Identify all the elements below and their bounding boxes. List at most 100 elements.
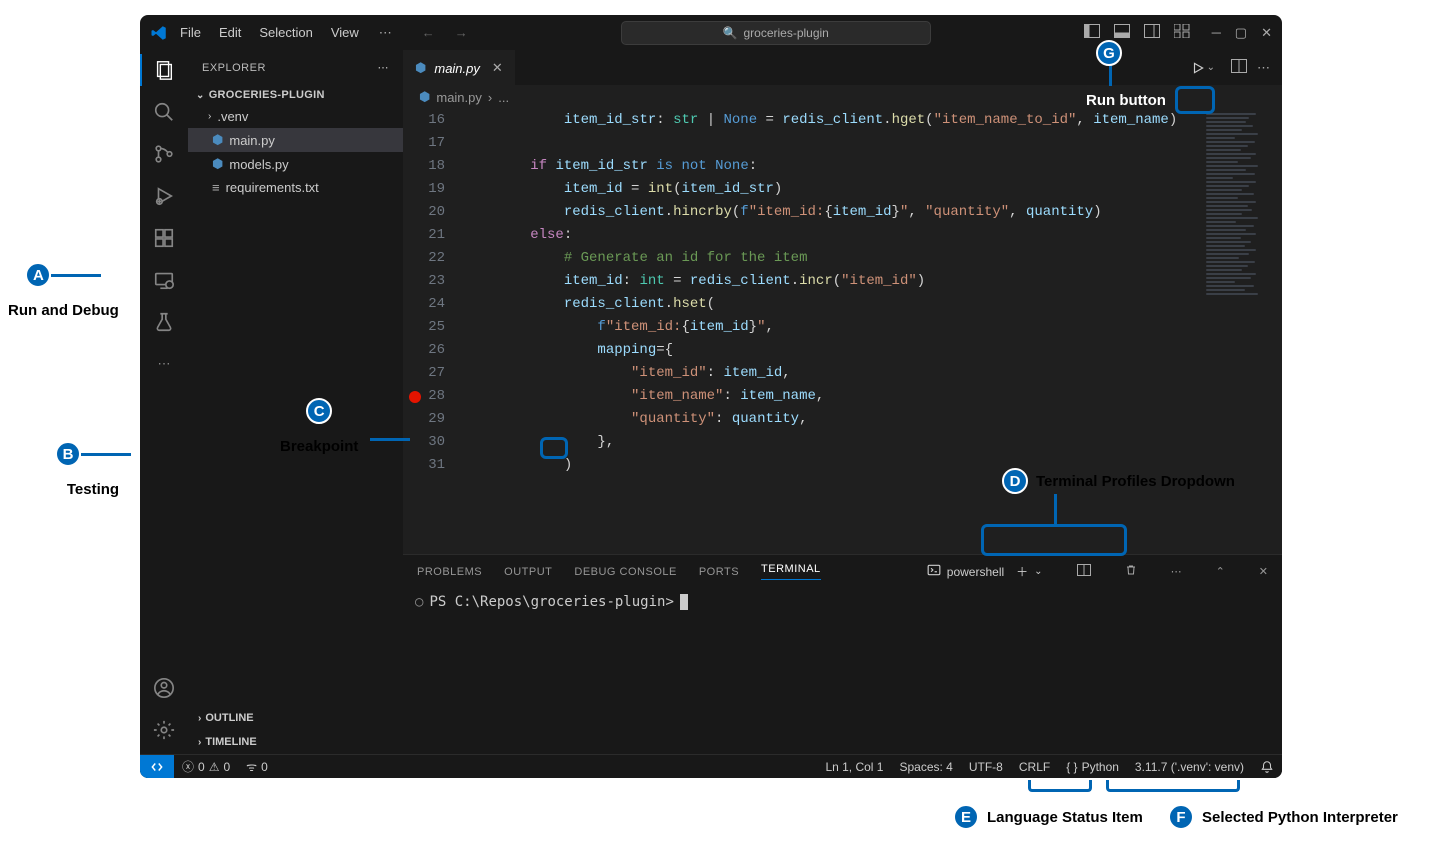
status-encoding[interactable]: UTF-8: [961, 760, 1011, 774]
explorer-more-icon[interactable]: ⋯: [378, 61, 390, 74]
panel-tab-terminal[interactable]: TERMINAL: [761, 563, 821, 580]
nav-forward-icon[interactable]: →: [455, 25, 468, 40]
activity-remote-icon[interactable]: [152, 268, 176, 292]
line-number[interactable]: 24: [403, 293, 445, 316]
status-eol[interactable]: CRLF: [1011, 760, 1058, 774]
line-number[interactable]: 28: [403, 385, 445, 408]
line-number[interactable]: 31: [403, 454, 445, 477]
breakpoint-icon[interactable]: [409, 391, 421, 403]
line-number[interactable]: 16: [403, 109, 445, 132]
tree-item[interactable]: ⬢models.py: [188, 152, 403, 176]
status-indentation[interactable]: Spaces: 4: [891, 760, 960, 774]
split-terminal-icon[interactable]: [1077, 564, 1091, 579]
panel-more-icon[interactable]: ⋯: [1171, 565, 1182, 578]
timeline-section[interactable]: ›TIMELINE: [188, 730, 403, 754]
customize-layout-icon[interactable]: [1174, 24, 1190, 41]
terminal-content[interactable]: ○ PS C:\Repos\groceries-plugin>: [403, 588, 1282, 754]
tab-close-icon[interactable]: ✕: [492, 60, 503, 76]
workspace-root[interactable]: ⌄ GROCERIES-PLUGIN: [188, 85, 403, 105]
line-number[interactable]: 29: [403, 408, 445, 431]
code-line[interactable]: item_id_str: str | None = redis_client.h…: [463, 109, 1202, 132]
line-number[interactable]: 19: [403, 178, 445, 201]
remote-indicator[interactable]: [140, 755, 174, 779]
window-restore-icon[interactable]: ▢: [1235, 25, 1247, 41]
chevron-down-icon[interactable]: ⌄: [1034, 566, 1042, 577]
line-number[interactable]: 20: [403, 201, 445, 224]
outline-section[interactable]: ›OUTLINE: [188, 706, 403, 730]
activity-search-icon[interactable]: [152, 100, 176, 124]
code-line[interactable]: mapping={: [463, 339, 1202, 362]
editor-tab[interactable]: ⬢ main.py ✕: [403, 50, 515, 85]
status-cursor-position[interactable]: Ln 1, Col 1: [817, 760, 891, 774]
panel-maximize-icon[interactable]: ⌃: [1216, 565, 1225, 578]
activity-run-debug-icon[interactable]: [152, 184, 176, 208]
tree-item[interactable]: ›.venv: [188, 105, 403, 128]
menu-file[interactable]: File: [180, 25, 201, 40]
line-number[interactable]: 27: [403, 362, 445, 385]
menu-view[interactable]: View: [331, 25, 359, 40]
code-line[interactable]: [463, 132, 1202, 155]
activity-account-icon[interactable]: [152, 676, 176, 700]
panel-tab-debug[interactable]: DEBUG CONSOLE: [574, 566, 676, 578]
activity-more-icon[interactable]: ⋯: [152, 352, 176, 376]
status-language[interactable]: { }Python: [1058, 760, 1127, 774]
code-line[interactable]: "item_id": item_id,: [463, 362, 1202, 385]
code-line[interactable]: "item_name": item_name,: [463, 385, 1202, 408]
code-line[interactable]: "quantity": quantity,: [463, 408, 1202, 431]
editor-actions: ⌄ ⋯: [1185, 57, 1282, 79]
menu-selection[interactable]: Selection: [259, 25, 312, 40]
code-line[interactable]: item_id: int = redis_client.incr("item_i…: [463, 270, 1202, 293]
line-number[interactable]: 30: [403, 431, 445, 454]
line-number[interactable]: 23: [403, 270, 445, 293]
code-line[interactable]: item_id = int(item_id_str): [463, 178, 1202, 201]
status-interpreter[interactable]: 3.11.7 ('.venv': venv): [1127, 760, 1252, 774]
window-close-icon[interactable]: ✕: [1261, 25, 1272, 41]
status-problems[interactable]: ⓧ0 ⚠0: [174, 758, 238, 775]
new-terminal-icon[interactable]: ＋: [1016, 563, 1028, 580]
command-center[interactable]: 🔍 groceries-plugin: [621, 21, 931, 45]
tree-item[interactable]: ⬢main.py: [188, 128, 403, 152]
activity-extensions-icon[interactable]: [152, 226, 176, 250]
line-number[interactable]: 25: [403, 316, 445, 339]
toggle-sidebar-icon[interactable]: [1084, 24, 1100, 41]
code-line[interactable]: # Generate an id for the item: [463, 247, 1202, 270]
callout-F: F Selected Python Interpreter: [1168, 804, 1398, 830]
code-line[interactable]: else:: [463, 224, 1202, 247]
file-tree: ⌄ GROCERIES-PLUGIN ›.venv⬢main.py⬢models…: [188, 85, 403, 706]
panel-tab-output[interactable]: OUTPUT: [504, 566, 552, 578]
editor-more-icon[interactable]: ⋯: [1257, 60, 1270, 76]
code-line[interactable]: f"item_id:{item_id}",: [463, 316, 1202, 339]
toggle-panel-icon[interactable]: [1114, 24, 1130, 41]
status-ports[interactable]: ᯤ0: [238, 758, 276, 775]
line-number[interactable]: 18: [403, 155, 445, 178]
line-number[interactable]: 22: [403, 247, 445, 270]
run-button[interactable]: ⌄: [1185, 57, 1221, 79]
nav-back-icon[interactable]: ←: [422, 25, 435, 40]
code-line[interactable]: },: [463, 431, 1202, 454]
panel-tab-ports[interactable]: PORTS: [699, 566, 739, 578]
line-number[interactable]: 21: [403, 224, 445, 247]
chevron-down-icon[interactable]: ⌄: [1207, 62, 1215, 73]
split-editor-icon[interactable]: [1231, 59, 1247, 76]
menu-overflow-icon[interactable]: ⋯: [379, 25, 392, 41]
timeline-label: TIMELINE: [205, 736, 256, 748]
window-minimize-icon[interactable]: ─: [1212, 25, 1221, 40]
activity-testing-icon[interactable]: [152, 310, 176, 334]
activity-settings-icon[interactable]: [152, 718, 176, 742]
tree-item[interactable]: ≡requirements.txt: [188, 176, 403, 199]
activity-source-control-icon[interactable]: [152, 142, 176, 166]
toggle-secondary-sidebar-icon[interactable]: [1144, 24, 1160, 41]
line-gutter[interactable]: 16171819202122232425262728293031: [403, 109, 463, 554]
code-line[interactable]: if item_id_str is not None:: [463, 155, 1202, 178]
line-number[interactable]: 17: [403, 132, 445, 155]
status-notifications-icon[interactable]: [1252, 760, 1282, 774]
panel-close-icon[interactable]: ✕: [1259, 565, 1268, 578]
code-line[interactable]: redis_client.hset(: [463, 293, 1202, 316]
kill-terminal-icon[interactable]: [1125, 563, 1137, 580]
terminal-profile-selector[interactable]: powershell ＋ ⌄: [927, 563, 1043, 580]
code-line[interactable]: redis_client.hincrby(f"item_id:{item_id}…: [463, 201, 1202, 224]
panel-tab-problems[interactable]: PROBLEMS: [417, 566, 482, 578]
activity-explorer-icon[interactable]: [152, 58, 176, 82]
line-number[interactable]: 26: [403, 339, 445, 362]
menu-edit[interactable]: Edit: [219, 25, 241, 40]
